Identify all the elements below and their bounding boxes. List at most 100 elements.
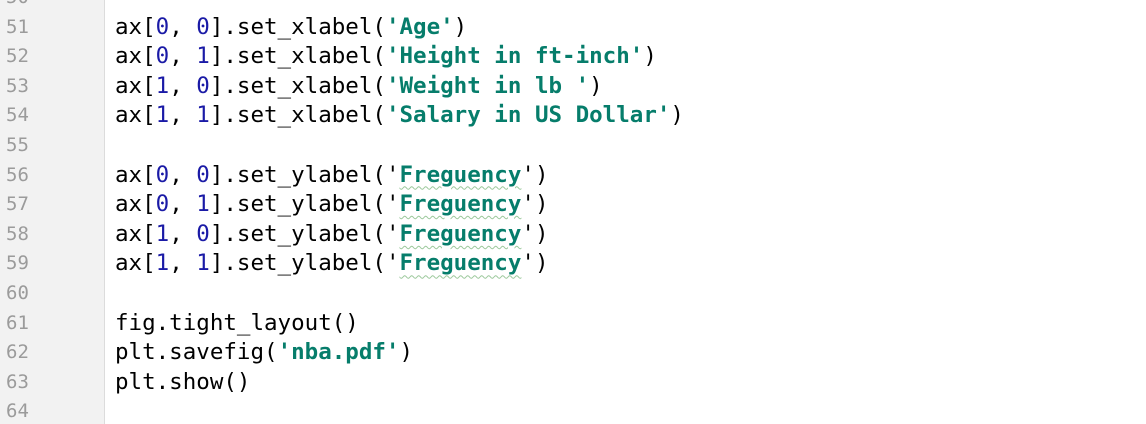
code-line[interactable]: 56 ax[0, 0].set_ylabel('Freguency') bbox=[0, 161, 1146, 191]
spellcheck-flagged-word: Freguency bbox=[399, 250, 522, 277]
code-editor[interactable]: 5051ax[0, 0].set_xlabel('Age')52ax[0, 1]… bbox=[0, 0, 1146, 424]
code-token: ax[ bbox=[115, 43, 156, 70]
line-number: 50 bbox=[6, 0, 66, 13]
code-line[interactable]: 53 ax[1, 0].set_xlabel('Weight in lb ') bbox=[0, 72, 1146, 102]
code-token: ' bbox=[385, 250, 400, 277]
code-line[interactable]: 52 ax[0, 1].set_xlabel('Height in ft-inch… bbox=[0, 42, 1146, 72]
number-literal: 0 bbox=[196, 161, 210, 188]
code-line[interactable]: 55 bbox=[0, 131, 1146, 161]
code-token: ) bbox=[534, 191, 549, 218]
code-text[interactable]: ax[1, 1].set_ylabel('Freguency') bbox=[115, 249, 549, 279]
code-token: ' bbox=[521, 250, 535, 277]
code-token: ax[ bbox=[115, 220, 156, 247]
code-text[interactable]: ax[0, 1].set_xlabel('Height in ft-inch') bbox=[115, 42, 657, 72]
code-token: ' bbox=[385, 191, 400, 218]
spellcheck-flagged-word: Freguency bbox=[399, 161, 522, 188]
code-text[interactable]: ax[0, 0].set_xlabel('Age') bbox=[115, 13, 467, 43]
code-token: ) bbox=[534, 250, 549, 277]
code-token: ].set_xlabel( bbox=[209, 102, 386, 129]
number-literal: 1 bbox=[155, 102, 170, 129]
code-token: ].set_xlabel( bbox=[209, 72, 386, 99]
line-number: 58 bbox=[6, 222, 29, 245]
line-number: 63 bbox=[6, 370, 29, 393]
line-number: 55 bbox=[6, 133, 29, 156]
code-text[interactable]: fig.tight_layout() bbox=[115, 309, 359, 339]
code-token: ].set_ylabel( bbox=[209, 191, 386, 218]
code-line[interactable]: 59 ax[1, 1].set_ylabel('Freguency') bbox=[0, 249, 1146, 279]
number-literal: 1 bbox=[196, 250, 210, 277]
code-token: , bbox=[169, 191, 197, 218]
code-line[interactable]: 57 ax[0, 1].set_ylabel('Freguency') bbox=[0, 190, 1146, 220]
line-number: 54 bbox=[6, 104, 29, 127]
spellcheck-flagged-word: Freguency bbox=[399, 191, 522, 218]
line-number: 60 bbox=[6, 281, 29, 304]
code-token: ax[ bbox=[115, 161, 156, 188]
code-text[interactable]: plt.savefig('nba.pdf') bbox=[115, 338, 413, 368]
code-token: , bbox=[169, 161, 197, 188]
code-token: ax[ bbox=[115, 191, 156, 218]
code-text[interactable]: ax[1, 1].set_xlabel('Salary in US Dollar… bbox=[115, 101, 684, 131]
code-token: plt.show() bbox=[115, 368, 251, 395]
code-line[interactable]: 63 plt.show() bbox=[0, 368, 1146, 398]
code-token: ) bbox=[534, 220, 549, 247]
code-token: ) bbox=[534, 161, 549, 188]
string-literal: 'nba.pdf' bbox=[277, 339, 400, 366]
line-number: 57 bbox=[6, 193, 29, 216]
code-token: ' bbox=[385, 161, 400, 188]
code-line[interactable]: 61 fig.tight_layout() bbox=[0, 309, 1146, 339]
code-token: ) bbox=[453, 13, 468, 40]
code-token: ].set_ylabel( bbox=[209, 220, 386, 247]
number-literal: 0 bbox=[155, 161, 170, 188]
code-token: ) bbox=[643, 43, 657, 70]
line-number: 56 bbox=[6, 163, 29, 186]
line-number: 61 bbox=[6, 311, 29, 334]
string-literal: 'Weight in lb ' bbox=[385, 72, 590, 99]
line-number: 52 bbox=[6, 45, 29, 68]
code-text[interactable]: ax[1, 0].set_ylabel('Freguency') bbox=[115, 220, 549, 250]
code-line[interactable]: 54 ax[1, 1].set_xlabel('Salary in US Doll… bbox=[0, 101, 1146, 131]
code-token: , bbox=[169, 13, 197, 40]
code-token: ].set_xlabel( bbox=[209, 13, 386, 40]
string-literal: 'Height in ft-inch' bbox=[385, 43, 644, 70]
code-token: ].set_ylabel( bbox=[209, 161, 386, 188]
line-number: 59 bbox=[6, 252, 29, 275]
line-number: 64 bbox=[6, 400, 29, 423]
code-token: , bbox=[169, 72, 197, 99]
code-line[interactable]: 60 bbox=[0, 279, 1146, 309]
string-literal: 'Age' bbox=[385, 13, 454, 40]
code-token: fig.tight_layout() bbox=[115, 309, 359, 336]
code-lines: 5051ax[0, 0].set_xlabel('Age')52ax[0, 1]… bbox=[0, 0, 1146, 424]
number-literal: 0 bbox=[196, 13, 210, 40]
code-token: ax[ bbox=[115, 102, 156, 129]
code-token: ].set_xlabel( bbox=[209, 43, 386, 70]
spellcheck-flagged-word: Freguency bbox=[399, 220, 522, 247]
code-token: , bbox=[169, 250, 197, 277]
code-line[interactable]: 62 plt.savefig('nba.pdf') bbox=[0, 338, 1146, 368]
code-token: , bbox=[169, 43, 197, 70]
code-line[interactable]: 50 bbox=[0, 0, 1146, 13]
code-token: ' bbox=[385, 220, 400, 247]
code-text[interactable]: plt.show() bbox=[115, 368, 250, 398]
number-literal: 0 bbox=[196, 72, 210, 99]
number-literal: 1 bbox=[155, 220, 170, 247]
code-token: ' bbox=[521, 191, 535, 218]
code-text[interactable]: ax[0, 0].set_ylabel('Freguency') bbox=[115, 161, 549, 191]
code-text[interactable]: ax[1, 0].set_xlabel('Weight in lb ') bbox=[115, 72, 603, 102]
code-token: plt.savefig( bbox=[115, 339, 278, 366]
code-token: , bbox=[169, 102, 197, 129]
code-token: ].set_ylabel( bbox=[209, 250, 386, 277]
code-line[interactable]: 51 ax[0, 0].set_xlabel('Age') bbox=[0, 13, 1146, 43]
number-literal: 1 bbox=[155, 72, 170, 99]
number-literal: 0 bbox=[155, 13, 170, 40]
code-token: , bbox=[169, 220, 197, 247]
line-number: 53 bbox=[6, 74, 29, 97]
code-text[interactable]: ax[0, 1].set_ylabel('Freguency') bbox=[115, 190, 549, 220]
code-token: ) bbox=[670, 102, 684, 129]
code-token: ) bbox=[399, 339, 414, 366]
line-number: 62 bbox=[6, 341, 29, 364]
code-line[interactable]: 64 bbox=[0, 397, 1146, 424]
code-line[interactable]: 58 ax[1, 0].set_ylabel('Freguency') bbox=[0, 220, 1146, 250]
number-literal: 1 bbox=[155, 250, 170, 277]
code-token: ax[ bbox=[115, 72, 156, 99]
line-number: 51 bbox=[6, 15, 29, 38]
